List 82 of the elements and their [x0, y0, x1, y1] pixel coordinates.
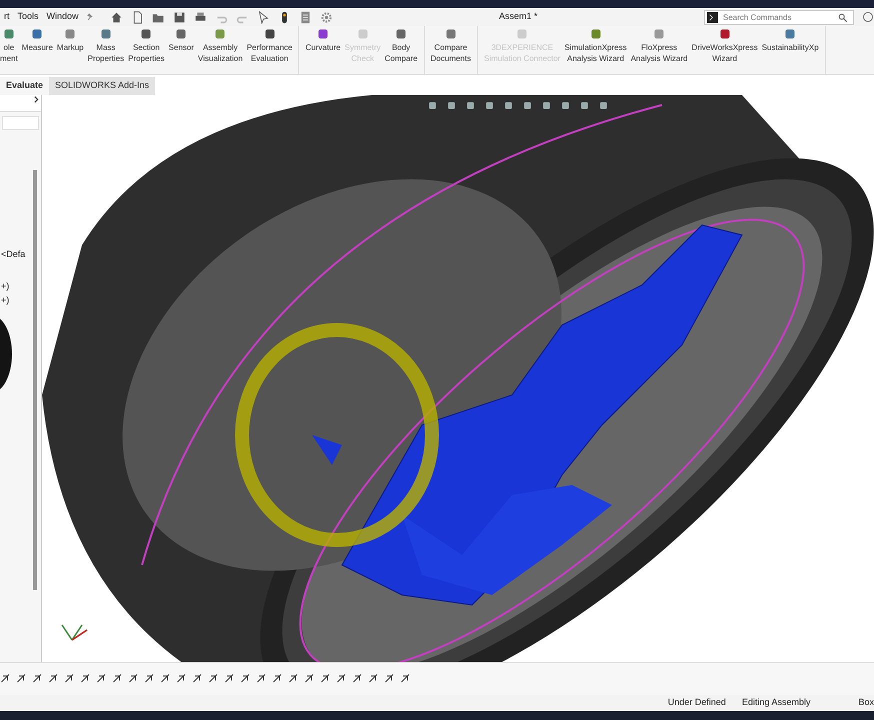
tool-icon[interactable] [208, 673, 220, 685]
ribbon-tab[interactable]: Evaluate [0, 77, 50, 95]
search-icon[interactable] [838, 12, 848, 22]
tool-icon [590, 28, 602, 40]
tool-icon [214, 28, 226, 40]
tool-icon[interactable] [352, 673, 364, 685]
ribbon-button[interactable]: Performance Evaluation [244, 26, 294, 66]
tool-icon[interactable] [368, 673, 380, 685]
tool-icon[interactable] [400, 673, 412, 685]
tool-icon [175, 28, 188, 40]
tool-icon [356, 28, 369, 40]
ribbon-tab[interactable]: SOLIDWORKS Add-Ins [49, 77, 156, 95]
tool-icon[interactable] [320, 673, 332, 685]
tool-icon [653, 28, 666, 40]
axis-triad-icon [61, 624, 88, 641]
tool-icon [2, 28, 15, 40]
tool-icon[interactable] [112, 673, 124, 685]
tool-icon [31, 28, 44, 40]
tool-icon [516, 28, 528, 40]
tool-icon[interactable] [48, 673, 60, 685]
filter-field[interactable] [2, 116, 39, 130]
save-icon[interactable] [172, 10, 186, 24]
tool-icon[interactable] [160, 673, 172, 685]
ribbon-button[interactable]: Measure [20, 26, 55, 55]
status-text: Editing Assembly [742, 696, 810, 710]
cursor-icon[interactable] [256, 10, 270, 24]
tool-icon [100, 28, 112, 40]
tool-icon[interactable] [32, 673, 44, 685]
tool-icon[interactable] [240, 673, 252, 685]
print-icon[interactable] [194, 10, 207, 24]
ribbon-button[interactable]: Section Properties [126, 26, 167, 66]
tool-icon[interactable] [192, 673, 204, 685]
ribbon-button[interactable]: Sensor [166, 26, 196, 55]
menu-item[interactable]: rt [0, 10, 14, 24]
tool-icon[interactable] [272, 673, 284, 685]
tool-icon[interactable] [144, 673, 156, 685]
tool-icon [264, 28, 276, 40]
scrollbar[interactable] [33, 170, 37, 590]
tree-item[interactable]: +) [1, 280, 10, 294]
ribbon-button[interactable]: Mass Properties [86, 26, 126, 66]
tool-icon[interactable] [224, 673, 236, 685]
gear-icon[interactable] [320, 10, 333, 24]
ribbon-button[interactable]: FloXpress Analysis Wizard [628, 26, 690, 66]
tree-item[interactable]: +) [1, 294, 10, 308]
file-properties-icon[interactable] [298, 10, 312, 24]
tool-icon[interactable] [64, 673, 76, 685]
tool-icon [317, 28, 330, 40]
ribbon-button[interactable]: Body Compare [382, 26, 420, 66]
tool-icon [64, 28, 76, 40]
document-title: Assem1 * [499, 10, 538, 24]
tool-icon[interactable] [0, 673, 12, 685]
search-field[interactable]: Search Commands [704, 10, 854, 24]
tool-icon[interactable] [80, 673, 92, 685]
tool-icon[interactable] [336, 673, 348, 685]
status-text: Box [858, 696, 874, 710]
tool-icon[interactable] [96, 673, 108, 685]
status-text: Under Defined [668, 696, 726, 710]
ribbon-button[interactable]: Markup [54, 26, 86, 55]
ribbon-button[interactable]: SustainabilityXp [760, 26, 821, 55]
tool-icon[interactable] [384, 673, 396, 685]
tool-icon [395, 28, 408, 40]
home-icon[interactable] [110, 10, 123, 24]
ribbon-button[interactable]: DriveWorksXpress Wizard [690, 26, 760, 66]
tool-icon [718, 28, 731, 40]
ribbon-button[interactable]: ole ment [0, 26, 20, 66]
tree-item[interactable]: <Defa [1, 248, 26, 262]
menu-item[interactable]: Tools [14, 10, 43, 24]
ribbon-button[interactable]: Assembly Visualization [196, 26, 245, 66]
ribbon-button[interactable]: SimulationXpress Analysis Wizard [562, 26, 629, 66]
chevron-right-icon[interactable] [32, 95, 41, 104]
tool-icon [140, 28, 152, 40]
tool-icon[interactable] [176, 673, 188, 685]
tool-icon [444, 28, 457, 40]
tool-icon[interactable] [256, 673, 268, 685]
menu-item[interactable]: Window [42, 10, 83, 24]
tool-icon[interactable] [128, 673, 140, 685]
tool-icon[interactable] [16, 673, 28, 685]
tool-icon[interactable] [288, 673, 300, 685]
tool-icon [784, 28, 796, 40]
tool-icon[interactable] [304, 673, 316, 685]
ribbon-button[interactable]: Curvature [303, 26, 343, 55]
ribbon-button[interactable]: Compare Documents [428, 26, 473, 66]
